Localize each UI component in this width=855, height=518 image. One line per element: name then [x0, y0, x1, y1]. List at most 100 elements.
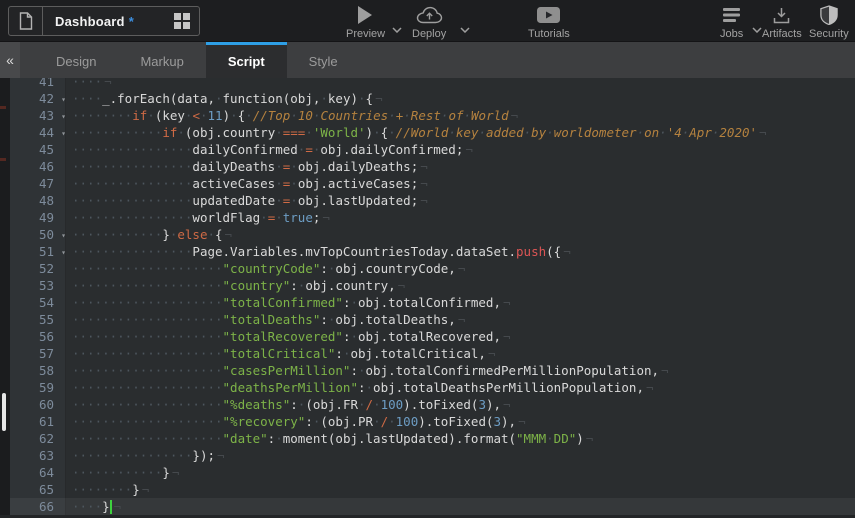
- line-number[interactable]: 51▾: [10, 243, 66, 260]
- page-title[interactable]: Dashboard *: [43, 7, 165, 35]
- jobs-button[interactable]: Jobs: [720, 4, 743, 40]
- code-line[interactable]: 59····················"deathsPerMillion"…: [10, 379, 855, 396]
- line-number[interactable]: 57: [10, 345, 66, 362]
- code-text[interactable]: ····················"deathsPerMillion":·…: [66, 379, 654, 396]
- code-text[interactable]: ····················"totalConfirmed":·ob…: [66, 294, 511, 311]
- code-text[interactable]: ····················"%deaths":·(obj.FR·/…: [66, 396, 511, 413]
- security-button[interactable]: Security: [809, 4, 849, 40]
- code-text[interactable]: ····················"totalCritical":·obj…: [66, 345, 495, 362]
- code-line[interactable]: 56····················"totalRecovered":·…: [10, 328, 855, 345]
- line-number[interactable]: 41: [10, 78, 66, 90]
- code-text[interactable]: ················Page.Variables.mvTopCoun…: [66, 243, 571, 260]
- line-number[interactable]: 55: [10, 311, 66, 328]
- code-text[interactable]: ············}¬: [66, 464, 179, 481]
- code-text[interactable]: ············if·(obj.country·===·'World')…: [66, 124, 767, 141]
- line-number[interactable]: 65: [10, 481, 66, 498]
- line-number[interactable]: 47: [10, 175, 66, 192]
- code-line[interactable]: 43▾········if·(key·<·11)·{·//Top·10·Coun…: [10, 107, 855, 124]
- code-text[interactable]: ········if·(key·<·11)·{·//Top·10·Countri…: [66, 107, 518, 124]
- code-text[interactable]: ····················"totalDeaths":·obj.t…: [66, 311, 465, 328]
- fold-arrow-icon[interactable]: ▾: [61, 244, 66, 261]
- fold-arrow-icon[interactable]: ▾: [61, 108, 66, 125]
- code-line[interactable]: 46················dailyDeaths·=·obj.dail…: [10, 158, 855, 175]
- code-line[interactable]: 61····················"%recovery":·(obj.…: [10, 413, 855, 430]
- preview-chevron-icon[interactable]: [392, 20, 402, 38]
- code-text[interactable]: ············}·else·{¬: [66, 226, 232, 243]
- code-line[interactable]: 66····}¬: [10, 498, 855, 515]
- code-line[interactable]: 60····················"%deaths":·(obj.FR…: [10, 396, 855, 413]
- line-number[interactable]: 63: [10, 447, 66, 464]
- line-number[interactable]: 50▾: [10, 226, 66, 243]
- code-line[interactable]: 47················activeCases·=·obj.acti…: [10, 175, 855, 192]
- line-number[interactable]: 54: [10, 294, 66, 311]
- code-text[interactable]: ····················"country":·obj.count…: [66, 277, 405, 294]
- artifacts-button[interactable]: Artifacts: [762, 4, 802, 40]
- code-text[interactable]: ····················"casesPerMillion":·o…: [66, 362, 669, 379]
- fold-arrow-icon[interactable]: ▾: [61, 125, 66, 142]
- fold-arrow-icon[interactable]: ▾: [61, 91, 66, 108]
- code-line[interactable]: 57····················"totalCritical":·o…: [10, 345, 855, 362]
- code-text[interactable]: ····¬: [66, 78, 112, 90]
- collapse-panel-button[interactable]: «: [0, 42, 20, 78]
- line-number[interactable]: 64: [10, 464, 66, 481]
- code-line[interactable]: 52····················"countryCode":·obj…: [10, 260, 855, 277]
- code-text[interactable]: ····_.forEach(data,·function(obj,·key)·{…: [66, 90, 383, 107]
- code-text[interactable]: ················updatedDate·=·obj.lastUp…: [66, 192, 428, 209]
- line-number[interactable]: 60: [10, 396, 66, 413]
- code-line[interactable]: 50▾············}·else·{¬: [10, 226, 855, 243]
- line-number[interactable]: 56: [10, 328, 66, 345]
- line-number[interactable]: 59: [10, 379, 66, 396]
- line-number[interactable]: 45: [10, 141, 66, 158]
- code-line[interactable]: 58····················"casesPerMillion":…: [10, 362, 855, 379]
- vertical-scrollbar-thumb[interactable]: [2, 393, 6, 431]
- page-doc-button[interactable]: [9, 7, 43, 35]
- tab-markup[interactable]: Markup: [118, 42, 205, 78]
- line-number[interactable]: 42▾: [10, 90, 66, 107]
- code-text[interactable]: ················});¬: [66, 447, 225, 464]
- line-number[interactable]: 44▾: [10, 124, 66, 141]
- code-line[interactable]: 48················updatedDate·=·obj.last…: [10, 192, 855, 209]
- code-line[interactable]: 41····¬: [10, 78, 855, 90]
- code-line[interactable]: 64············}¬: [10, 464, 855, 481]
- pages-grid-button[interactable]: [165, 7, 199, 35]
- code-text[interactable]: ········}¬: [66, 481, 149, 498]
- line-number[interactable]: 49: [10, 209, 66, 226]
- tab-style[interactable]: Style: [287, 42, 360, 78]
- code-text[interactable]: ················dailyDeaths·=·obj.dailyD…: [66, 158, 428, 175]
- code-line[interactable]: 53····················"country":·obj.cou…: [10, 277, 855, 294]
- tab-script[interactable]: Script: [206, 42, 287, 78]
- code-text[interactable]: ····················"countryCode":·obj.c…: [66, 260, 465, 277]
- code-line[interactable]: 44▾············if·(obj.country·===·'Worl…: [10, 124, 855, 141]
- code-text[interactable]: ····················"totalRecovered":·ob…: [66, 328, 511, 345]
- code-text[interactable]: ····················"date":·moment(obj.l…: [66, 430, 593, 447]
- preview-button[interactable]: Preview: [346, 4, 385, 40]
- line-number[interactable]: 66: [10, 498, 66, 515]
- code-line[interactable]: 42▾····_.forEach(data,·function(obj,·key…: [10, 90, 855, 107]
- line-number[interactable]: 62: [10, 430, 66, 447]
- fold-arrow-icon[interactable]: ▾: [61, 227, 66, 244]
- line-number[interactable]: 53: [10, 277, 66, 294]
- line-number[interactable]: 52: [10, 260, 66, 277]
- line-number[interactable]: 48: [10, 192, 66, 209]
- code-line[interactable]: 65········}¬: [10, 481, 855, 498]
- code-line[interactable]: 54····················"totalConfirmed":·…: [10, 294, 855, 311]
- code-line[interactable]: 55····················"totalDeaths":·obj…: [10, 311, 855, 328]
- line-number[interactable]: 58: [10, 362, 66, 379]
- code-text[interactable]: ····}¬: [66, 498, 121, 515]
- code-text[interactable]: ····················"%recovery":·(obj.PR…: [66, 413, 526, 430]
- tab-design[interactable]: Design: [34, 42, 118, 78]
- line-number[interactable]: 43▾: [10, 107, 66, 124]
- code-line[interactable]: 49················worldFlag·=·true;¬: [10, 209, 855, 226]
- code-line[interactable]: 45················dailyConfirmed·=·obj.d…: [10, 141, 855, 158]
- code-text[interactable]: ················activeCases·=·obj.active…: [66, 175, 428, 192]
- tutorials-button[interactable]: Tutorials: [528, 4, 570, 40]
- code-line[interactable]: 63················});¬: [10, 447, 855, 464]
- line-number[interactable]: 46: [10, 158, 66, 175]
- code-line[interactable]: 62····················"date":·moment(obj…: [10, 430, 855, 447]
- code-text[interactable]: ················dailyConfirmed·=·obj.dai…: [66, 141, 473, 158]
- deploy-button[interactable]: Deploy: [412, 4, 446, 40]
- jobs-chevron-icon[interactable]: [752, 20, 762, 38]
- code-text[interactable]: ················worldFlag·=·true;¬: [66, 209, 330, 226]
- code-line[interactable]: 51▾················Page.Variables.mvTopC…: [10, 243, 855, 260]
- line-number[interactable]: 61: [10, 413, 66, 430]
